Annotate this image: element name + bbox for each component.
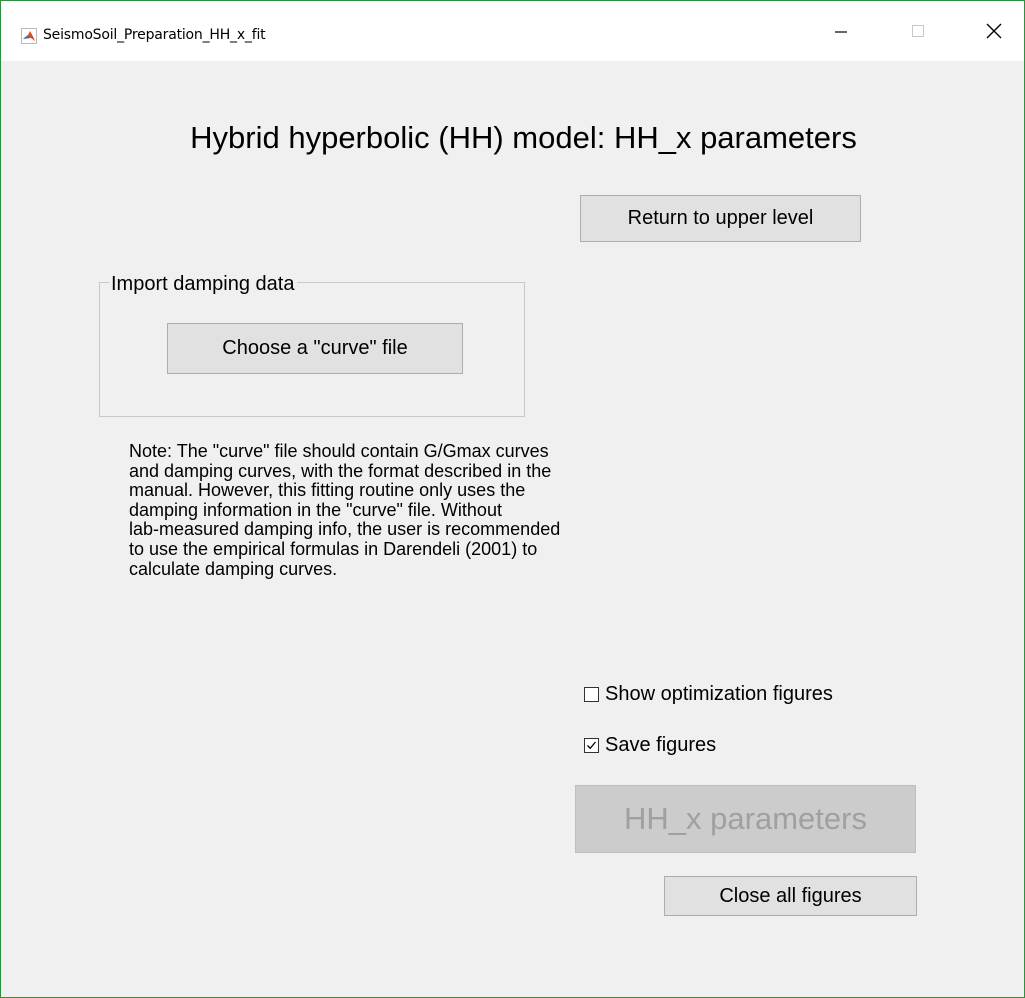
- figure-client-area: Hybrid hyperbolic (HH) model: HH_x param…: [1, 61, 1024, 997]
- window-title: SeismoSoil_Preparation_HH_x_fit: [43, 27, 266, 43]
- maximize-button[interactable]: [895, 13, 941, 53]
- checkmark-icon: [587, 741, 596, 750]
- choose-curve-file-button[interactable]: Choose a "curve" file: [167, 323, 463, 374]
- close-window-button[interactable]: [971, 13, 1017, 53]
- checkbox-checked[interactable]: [584, 738, 599, 753]
- close-all-figures-button[interactable]: Close all figures: [664, 876, 917, 916]
- title-bar[interactable]: SeismoSoil_Preparation_HH_x_fit: [1, 1, 1024, 61]
- matlab-icon: [21, 28, 37, 44]
- show-optimization-checkbox[interactable]: Show optimization figures: [584, 683, 833, 706]
- checkbox-unchecked[interactable]: [584, 687, 599, 702]
- close-icon: [986, 23, 1002, 44]
- hhx-parameters-button[interactable]: HH_x parameters: [575, 785, 916, 853]
- page-title: Hybrid hyperbolic (HH) model: HH_x param…: [190, 120, 857, 155]
- note-text: Note: The "curve" file should contain G/…: [129, 441, 561, 579]
- minimize-icon: [834, 24, 848, 43]
- minimize-button[interactable]: [818, 13, 864, 53]
- save-figures-label: Save figures: [605, 734, 717, 756]
- save-figures-checkbox[interactable]: Save figures: [584, 734, 716, 757]
- app-window: SeismoSoil_Preparation_HH_x_fit Hybrid h…: [0, 0, 1025, 998]
- maximize-icon: [911, 24, 925, 43]
- import-group-legend: Import damping data: [109, 273, 298, 296]
- return-upper-level-button[interactable]: Return to upper level: [580, 195, 861, 242]
- show-optimization-label: Show optimization figures: [605, 683, 833, 705]
